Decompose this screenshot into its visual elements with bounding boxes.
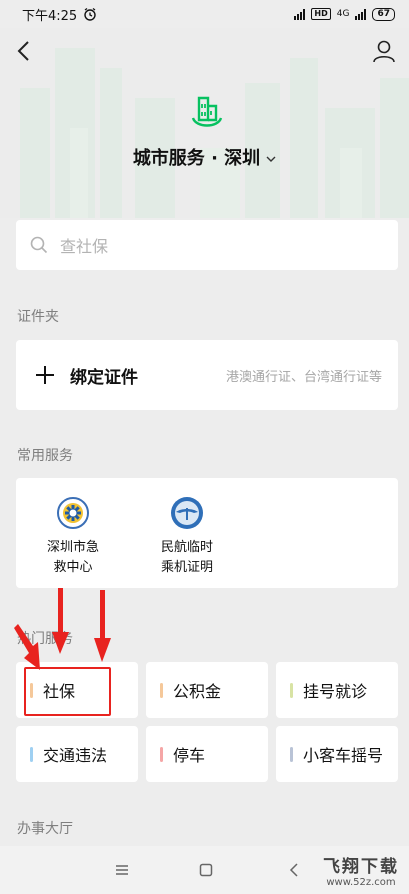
search-input[interactable]: 查社保	[16, 220, 398, 270]
bind-certificate-hint: 港澳通行证、台湾通行证等	[225, 369, 382, 385]
menu-icon[interactable]	[114, 862, 130, 878]
tile-accent-bar	[290, 746, 293, 762]
watermark: 飞翔下载 www.52z.com	[323, 852, 399, 888]
home-icon[interactable]	[198, 862, 214, 878]
back-arrow-icon[interactable]	[12, 38, 38, 64]
tile-label: 公积金	[173, 682, 222, 701]
user-icon[interactable]	[371, 38, 397, 64]
tile-accent-bar	[30, 746, 33, 762]
service-label-line1: 深圳市急	[46, 540, 99, 555]
service-label-line2: 救中心	[53, 560, 93, 575]
service-emergency-center[interactable]: 深圳市急 救中心	[28, 496, 118, 578]
hot-service-traffic-violation[interactable]: 交通违法	[16, 726, 138, 782]
hot-service-car-lottery[interactable]: 小客车摇号	[276, 726, 398, 782]
city-header: 城市服务 · 深圳	[0, 28, 409, 218]
tile-label: 停车	[173, 746, 206, 765]
status-time: 下午4:25	[22, 8, 78, 24]
section-title-certificates: 证件夹	[17, 309, 59, 325]
plus-icon	[36, 366, 54, 384]
section-title-common: 常用服务	[17, 448, 73, 464]
hot-service-parking[interactable]: 停车	[146, 726, 268, 782]
service-label-line2: 乘机证明	[160, 560, 213, 575]
city-title: 城市服务 · 深圳	[132, 148, 261, 169]
caac-icon	[171, 497, 203, 529]
common-services-card: 深圳市急 救中心 民航临时 乘机证明	[16, 478, 398, 588]
service-label-line1: 民航临时	[160, 540, 213, 555]
alarm-icon	[84, 7, 96, 21]
battery-icon: 67	[372, 7, 395, 21]
tile-accent-bar	[160, 682, 163, 698]
network-label: 4G	[336, 9, 350, 19]
bind-certificate-label: 绑定证件	[70, 367, 138, 388]
signal-icon	[294, 8, 306, 20]
tile-accent-bar	[290, 682, 293, 698]
hot-service-hospital-registration[interactable]: 挂号就诊	[276, 662, 398, 718]
service-caac-certificate[interactable]: 民航临时 乘机证明	[142, 496, 232, 578]
signal-icon-2	[355, 8, 367, 20]
city-selector[interactable]: 城市服务 · 深圳	[0, 144, 409, 170]
search-icon	[30, 236, 48, 254]
hot-service-housing-fund[interactable]: 公积金	[146, 662, 268, 718]
section-title-hall: 办事大厅	[17, 821, 73, 837]
tile-accent-bar	[160, 746, 163, 762]
city-services-logo-icon	[191, 96, 223, 127]
status-bar: 下午4:25 HD 4G 67	[0, 0, 409, 28]
tile-label: 挂号就诊	[303, 682, 368, 701]
watermark-brand: 飞翔下载	[323, 857, 399, 877]
hd-badge: HD	[311, 8, 331, 20]
emergency-center-icon	[57, 497, 89, 529]
tile-label: 小客车摇号	[303, 746, 384, 765]
tile-label: 交通违法	[43, 746, 108, 765]
bind-certificate-button[interactable]: 绑定证件 港澳通行证、台湾通行证等	[16, 340, 398, 410]
chevron-down-icon	[266, 156, 276, 162]
annotation-highlight-box	[24, 667, 111, 716]
watermark-url: www.52z.com	[326, 877, 396, 888]
back-nav-icon[interactable]	[286, 862, 302, 878]
search-placeholder: 查社保	[60, 237, 109, 256]
